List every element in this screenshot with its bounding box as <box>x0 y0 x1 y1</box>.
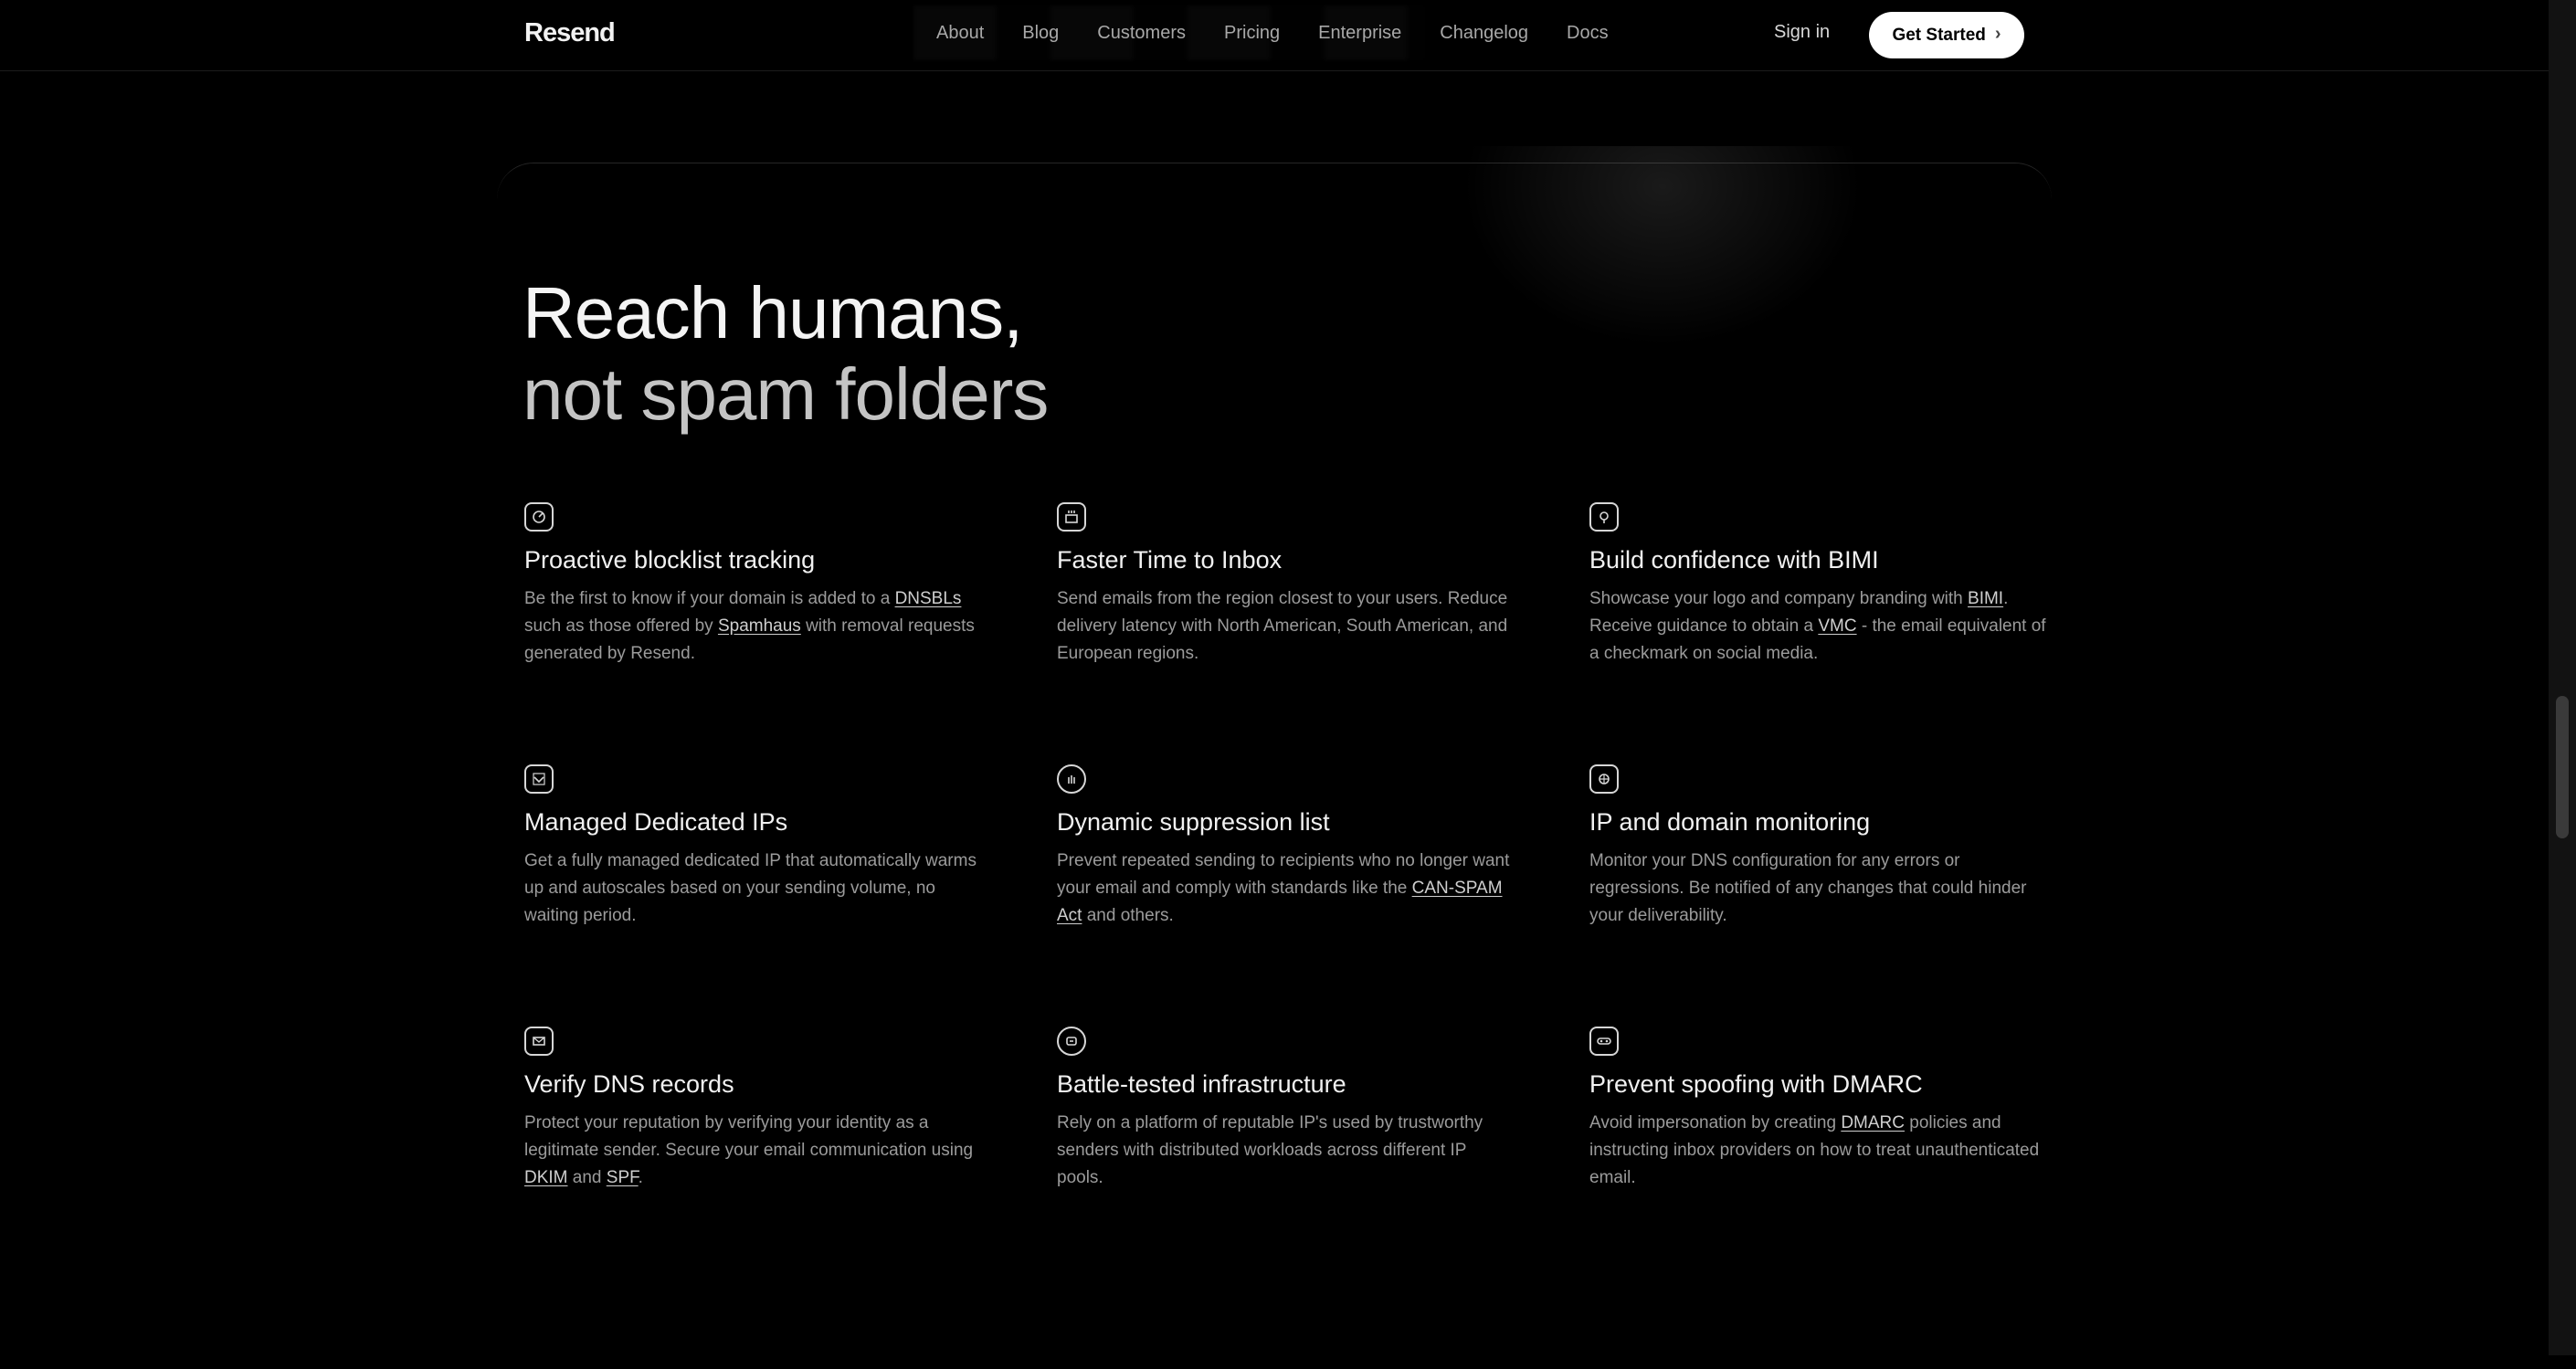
nav-link-about[interactable]: About <box>936 23 984 44</box>
feature-description: Rely on a platform of reputable IP's use… <box>1057 1113 1483 1187</box>
feature-description: Prevent repeated sending to recipients w… <box>1057 851 1510 925</box>
feature-suppression-list: Dynamic suppression list Prevent repeate… <box>1057 764 1514 930</box>
resend-logo[interactable]: Resend <box>524 18 616 48</box>
nav-link-changelog[interactable]: Changelog <box>1440 23 1528 44</box>
section-heading: Reach humans, not spam folders <box>523 272 1049 435</box>
feature-bimi: Build confidence with BIMI Showcase your… <box>1589 502 2046 668</box>
nav-link-enterprise[interactable]: Enterprise <box>1318 23 1401 44</box>
feature-dedicated-ips: Managed Dedicated IPs Get a fully manage… <box>524 764 981 930</box>
feature-description: Showcase your logo and company branding … <box>1589 589 2046 663</box>
heading-line-2: not spam folders <box>523 353 1049 435</box>
feature-title: Battle-tested infrastructure <box>1057 1070 1346 1098</box>
globe-monitor-icon <box>1589 764 1619 794</box>
feature-ip-domain-monitoring: IP and domain monitoring Monitor your DN… <box>1589 764 2046 930</box>
feature-description: Send emails from the region closest to y… <box>1057 589 1508 663</box>
inline-link-spf[interactable]: SPF <box>607 1168 639 1187</box>
suppression-hand-icon <box>1057 764 1086 794</box>
blocklist-radar-icon <box>524 502 554 532</box>
feature-description: Monitor your DNS configuration for any e… <box>1589 851 2027 925</box>
feature-title: Dynamic suppression list <box>1057 808 1330 836</box>
inbox-speed-icon <box>1057 502 1086 532</box>
chevron-right-icon: › <box>1994 24 2001 44</box>
nav-links: About Blog Customers Pricing Enterprise … <box>936 23 1609 44</box>
scrollbar-thumb[interactable] <box>2556 696 2569 838</box>
feature-description: Be the first to know if your domain is a… <box>524 589 975 663</box>
nav-link-customers[interactable]: Customers <box>1097 23 1186 44</box>
feature-dmarc: Prevent spoofing with DMARC Avoid impers… <box>1589 1027 2046 1192</box>
feature-faster-inbox: Faster Time to Inbox Send emails from th… <box>1057 502 1514 668</box>
spoofing-mask-icon <box>1589 1027 1619 1056</box>
inline-link-spamhaus[interactable]: Spamhaus <box>718 616 801 636</box>
heading-line-1: Reach humans, <box>523 272 1023 353</box>
inline-link-can-spam-act[interactable]: CAN-SPAM Act <box>1057 879 1503 925</box>
nav-link-blog[interactable]: Blog <box>1022 23 1059 44</box>
get-started-label: Get Started <box>1892 25 1986 45</box>
sign-in-link[interactable]: Sign in <box>1774 22 1830 43</box>
feature-title: Build confidence with BIMI <box>1589 546 1879 574</box>
top-navbar: Resend About Blog Customers Pricing Ente… <box>0 0 2549 71</box>
nav-link-docs[interactable]: Docs <box>1567 23 1609 44</box>
feature-description: Protect your reputation by verifying you… <box>524 1113 974 1187</box>
feature-battle-tested: Battle-tested infrastructure Rely on a p… <box>1057 1027 1514 1192</box>
feature-description: Avoid impersonation by creating DMARC po… <box>1589 1113 2040 1187</box>
inline-link-bimi[interactable]: BIMI <box>1968 589 2003 608</box>
feature-description: Get a fully managed dedicated IP that au… <box>524 851 977 925</box>
dedicated-ip-icon <box>524 764 554 794</box>
page-scrollbar[interactable] <box>2549 0 2576 1355</box>
feature-title: IP and domain monitoring <box>1589 808 1871 836</box>
inline-link-vmc[interactable]: VMC <box>1818 616 1856 636</box>
feature-title: Faster Time to Inbox <box>1057 546 1283 574</box>
feature-title: Proactive blocklist tracking <box>524 546 816 574</box>
feature-title: Verify DNS records <box>524 1070 734 1098</box>
feature-title: Managed Dedicated IPs <box>524 808 788 836</box>
infrastructure-shield-icon <box>1057 1027 1086 1056</box>
nav-link-pricing[interactable]: Pricing <box>1224 23 1280 44</box>
inline-link-dnsbls[interactable]: DNSBLs <box>895 589 962 608</box>
get-started-button[interactable]: Get Started › <box>1869 12 2024 58</box>
bimi-badge-icon <box>1589 502 1619 532</box>
feature-blocklist-tracking: Proactive blocklist tracking Be the firs… <box>524 502 981 668</box>
feature-title: Prevent spoofing with DMARC <box>1589 1070 1923 1098</box>
decorative-glow <box>1462 146 1863 347</box>
inline-link-dmarc[interactable]: DMARC <box>1841 1113 1905 1132</box>
feature-verify-dns: Verify DNS records Protect your reputati… <box>524 1027 981 1192</box>
dns-envelope-icon <box>524 1027 554 1056</box>
inline-link-dkim[interactable]: DKIM <box>524 1168 568 1187</box>
